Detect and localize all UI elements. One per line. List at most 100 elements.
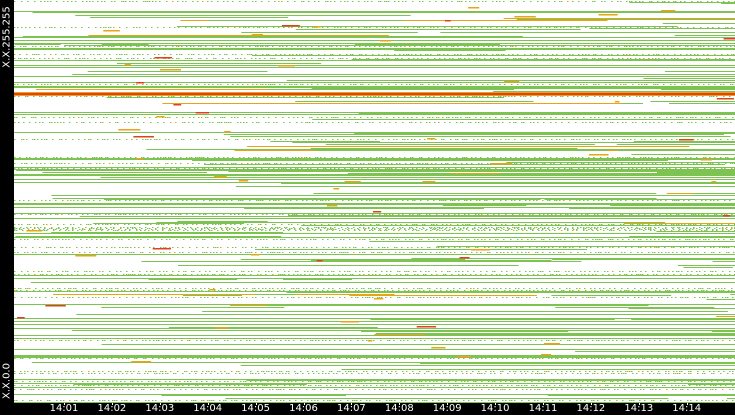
heat-row-segment xyxy=(51,232,128,233)
heat-cell xyxy=(694,54,696,55)
heat-cell xyxy=(425,163,427,164)
heat-cell xyxy=(530,27,532,28)
heat-cell xyxy=(421,229,423,230)
heat-cell xyxy=(725,163,727,164)
heat-cell xyxy=(458,229,460,230)
heat-cell xyxy=(379,252,381,253)
heat-cell xyxy=(693,27,695,28)
heat-cell xyxy=(227,84,229,85)
heat-cell xyxy=(568,84,570,85)
heat-cell xyxy=(546,27,548,28)
heat-cell xyxy=(408,58,410,59)
heat-cell xyxy=(624,229,626,230)
heat-cell xyxy=(197,230,199,231)
heat-cell xyxy=(133,200,135,201)
heat-cell xyxy=(549,200,551,201)
heat-cell xyxy=(400,224,402,225)
heat-cell xyxy=(672,200,674,201)
heat-cell xyxy=(359,274,361,275)
heat-cell xyxy=(67,157,69,158)
heat-cell xyxy=(174,290,176,291)
heat-cell xyxy=(294,1,296,2)
heat-cell xyxy=(177,1,179,2)
heat-cell xyxy=(477,139,479,140)
heat-cell xyxy=(433,84,435,85)
heat-cell xyxy=(45,297,47,298)
heat-cell xyxy=(728,224,730,225)
heat-cell xyxy=(342,58,344,59)
heat-cell xyxy=(151,163,153,164)
heat-cell xyxy=(37,227,39,228)
heat-cell xyxy=(316,227,318,228)
heat-cell xyxy=(505,27,507,28)
heat-cell xyxy=(450,224,452,225)
heat-cell xyxy=(380,1,382,2)
heat-cell xyxy=(624,96,626,97)
heat-cell xyxy=(361,288,363,289)
heat-cell xyxy=(164,228,166,229)
heat-cell xyxy=(467,46,469,47)
heat-cell xyxy=(311,84,313,85)
heat-cell xyxy=(33,117,35,118)
heat-cell xyxy=(323,168,325,169)
heat-cell xyxy=(14,247,16,248)
heat-cell xyxy=(391,163,393,164)
heat-cell xyxy=(233,228,235,229)
heat-cell xyxy=(135,228,137,229)
heat-cell xyxy=(413,288,415,289)
heat-cell xyxy=(681,224,683,225)
heat-cell xyxy=(638,214,640,215)
heat-cell xyxy=(294,214,296,215)
heat-cell xyxy=(359,58,361,59)
heat-cell xyxy=(63,224,65,225)
heat-cell xyxy=(159,84,161,85)
heat-cell xyxy=(73,224,75,225)
heat-cell xyxy=(628,239,630,240)
heat-cell xyxy=(283,96,285,97)
heat-cell xyxy=(75,288,77,289)
heat-cell xyxy=(303,214,305,215)
heat-cell xyxy=(511,229,513,230)
heat-cell xyxy=(408,271,410,272)
heat-cell xyxy=(289,84,291,85)
heat-cell xyxy=(436,288,438,289)
heat-cell xyxy=(185,271,187,272)
heat-cell xyxy=(437,54,439,55)
heat-cell xyxy=(268,84,270,85)
heat-cell xyxy=(419,252,421,253)
heat-cell xyxy=(92,271,94,272)
heat-cell xyxy=(343,252,345,253)
heat-cell xyxy=(362,84,364,85)
heat-cell xyxy=(514,163,516,164)
heat-cell xyxy=(124,230,126,231)
heat-cell xyxy=(553,168,555,169)
heat-cell xyxy=(58,239,60,240)
heat-cell xyxy=(506,274,508,275)
heat-cell xyxy=(109,288,111,289)
heat-cell xyxy=(126,27,128,28)
heat-cell xyxy=(544,247,546,248)
heat-cell xyxy=(313,239,315,240)
heat-cell xyxy=(676,252,678,253)
heat-cell xyxy=(724,214,726,215)
heat-cell xyxy=(496,252,498,253)
heat-cell xyxy=(322,239,324,240)
heat-cell xyxy=(639,229,641,230)
heat-cell xyxy=(545,230,547,231)
heat-cell xyxy=(37,168,39,169)
heat-cell xyxy=(394,229,396,230)
heat-cell xyxy=(570,27,572,28)
heat-cell xyxy=(470,168,472,169)
heat-cell xyxy=(96,252,98,253)
heat-row-segment xyxy=(656,231,735,232)
heat-cell xyxy=(381,297,383,298)
heat-cell xyxy=(310,224,312,225)
heat-cell xyxy=(632,200,634,201)
heat-cell xyxy=(626,46,628,47)
heat-cell xyxy=(223,274,225,275)
heat-cell xyxy=(576,274,578,275)
heat-cell xyxy=(455,139,457,140)
heat-cell xyxy=(637,46,639,47)
heat-cell xyxy=(62,200,64,201)
heat-cell xyxy=(19,54,21,55)
